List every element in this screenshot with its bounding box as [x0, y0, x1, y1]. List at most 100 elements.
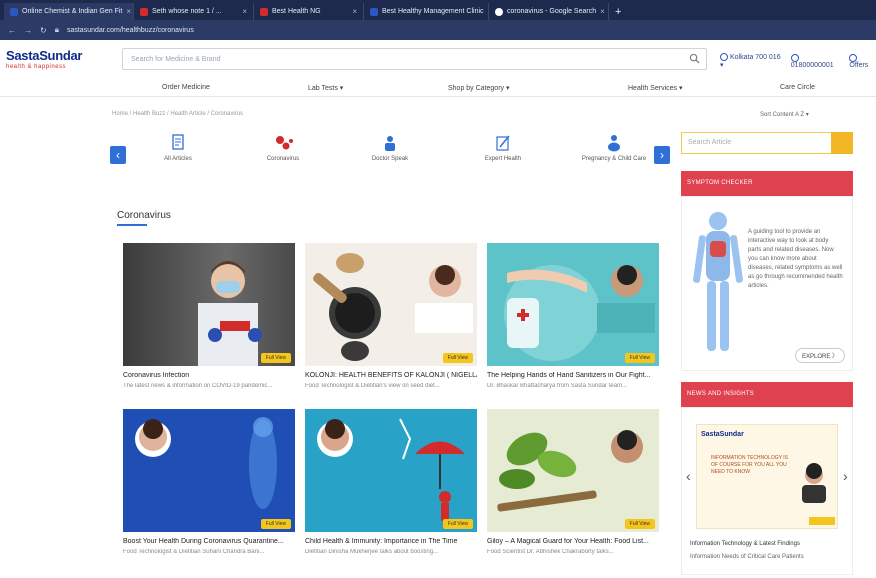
symptom-checker-description: A guiding tool to provide an interactive… [748, 229, 843, 289]
sort-dropdown[interactable]: Sort Content A Z ▾ [760, 111, 809, 118]
search-input[interactable]: Search for Medicine & Brand [122, 48, 707, 70]
back-icon[interactable]: ← [8, 26, 16, 35]
banner-badge [809, 517, 835, 525]
close-icon[interactable]: × [352, 7, 357, 16]
offers-icon [849, 53, 858, 62]
phone-icon [790, 53, 799, 62]
news-caption-subtitle: Information Needs of Critical Care Patie… [690, 554, 804, 560]
full-view-badge[interactable]: Full View [260, 519, 291, 529]
news-banner[interactable]: SastaSundar INFORMATION TECHNOLOGY IS OF… [696, 424, 838, 529]
full-view-badge[interactable]: Full View [624, 353, 655, 363]
category-expert-health[interactable]: Expert Health [463, 134, 543, 162]
news-heading: NEWS AND INSIGHTS [681, 382, 853, 407]
offers-link[interactable]: Offers [849, 53, 876, 69]
full-view-badge[interactable]: Full View [442, 519, 473, 529]
article-subtitle: The latest news & information on COVID-1… [123, 383, 273, 389]
body-anatomy-illustration [693, 212, 743, 351]
carousel-prev-button[interactable]: ‹ [110, 146, 126, 164]
url-field[interactable]: sastasundar.com/healthbuzz/coronavirus [67, 27, 194, 34]
reload-icon[interactable]: ↻ [40, 26, 47, 35]
article-subtitle: Dr. Bhaskar Bhattacharya from Sasta Sund… [487, 383, 628, 389]
full-view-badge[interactable]: Full View [624, 519, 655, 529]
header-links: Kolkata 700 016 ▾ 01800000001 Offers [720, 53, 876, 69]
article-title[interactable]: Boost Your Health During Coronavirus Qua… [123, 538, 295, 545]
kalonji-seeds-illustration [313, 253, 473, 361]
explore-button[interactable]: EXPLORE 〉 [795, 348, 846, 363]
browser-tab[interactable]: Best Healthy Management Clinic × [364, 3, 489, 20]
article-card[interactable]: Full View Child Health & Immunity: Impor… [305, 409, 477, 555]
article-image: Full View [487, 409, 659, 532]
nav-item-lab-tests[interactable]: Lab Tests ▾ [308, 84, 343, 92]
category-doctor-speak[interactable]: Doctor Speak [350, 134, 430, 162]
nav-item-order-medicine[interactable]: Order Medicine [162, 84, 210, 91]
full-view-badge[interactable]: Full View [442, 353, 473, 363]
slider-prev-icon[interactable]: ‹ [686, 468, 691, 484]
article-title[interactable]: Child Health & Immunity: Importance in T… [305, 538, 477, 545]
phone-link[interactable]: 01800000001 [790, 53, 840, 69]
article-image: Full View [487, 243, 659, 366]
symptom-checker-heading: SYMPTOM CHECKER [681, 171, 853, 196]
browser-tab[interactable]: coronavirus - Google Search × [489, 3, 609, 20]
article-subtitle: Dietitian Dinisha Mukherjee talks about … [305, 549, 439, 555]
close-icon[interactable]: × [126, 7, 131, 16]
mother-child-icon [608, 135, 620, 152]
offers-label: Offers [849, 61, 869, 69]
article-card[interactable]: Full View The Helping Hands of Hand Sani… [487, 243, 659, 389]
banner-title: INFORMATION TECHNOLOGY IS OF COURSE FOR … [711, 455, 788, 475]
full-view-badge[interactable]: Full View [260, 353, 291, 363]
browser-tab[interactable]: Online Chemist & Indian Gen Fit × [4, 3, 134, 20]
article-card[interactable]: Full View Boost Your Health During Coron… [123, 409, 295, 555]
article-card[interactable]: Full View Giloy – A Magical Guard for Yo… [487, 409, 659, 555]
tab-favicon-icon [140, 7, 148, 16]
news-banner-box: SastaSundar INFORMATION TECHNOLOGY IS OF… [681, 407, 853, 575]
pen-icon [496, 135, 510, 151]
logo-tagline: health & happiness [6, 64, 67, 70]
article-card[interactable]: Full View Coronavirus Infection The late… [123, 243, 295, 389]
tab-label: Best Healthy Management Clinic [382, 8, 484, 15]
article-title[interactable]: Giloy – A Magical Guard for Your Health:… [487, 538, 659, 545]
category-coronavirus[interactable]: Coronavirus [243, 134, 323, 162]
tab-favicon-icon [495, 7, 503, 16]
search-icon[interactable] [689, 53, 700, 64]
slider-next-icon[interactable]: › [843, 468, 848, 484]
sidebar-search-button[interactable] [831, 132, 853, 154]
section-underline [117, 224, 147, 226]
article-subtitle: Food Technologist & Dietitian Suhani Cha… [123, 549, 265, 555]
article-subtitle: Food Technologist & Dietitian's view on … [305, 383, 440, 389]
nav-item-care-circle[interactable]: Care Circle [780, 84, 815, 91]
article-card[interactable]: Full View KOLONJI: HEALTH BENEFITS OF KA… [305, 243, 477, 389]
site-logo[interactable]: SastaSundar health & happiness [6, 48, 116, 70]
logo-text: SastaSundar [6, 48, 83, 63]
article-title[interactable]: Coronavirus Infection [123, 372, 295, 379]
news-caption-title[interactable]: Information Technology & Latest Findings [690, 541, 800, 547]
tab-label: Online Chemist & Indian Gen Fit [22, 8, 123, 15]
nav-item-shop-by-category[interactable]: Shop by Category ▾ [448, 84, 510, 92]
doctor-mask-illustration [198, 261, 262, 366]
sidebar-search-input[interactable]: Search Article [681, 132, 853, 154]
new-tab-button[interactable]: + [609, 3, 627, 20]
main-nav: Order Medicine Lab Tests ▾ Shop by Categ… [0, 80, 876, 97]
virus-icon [276, 136, 293, 150]
close-icon[interactable]: × [242, 7, 247, 16]
article-image: Full View [123, 243, 295, 366]
breadcrumb[interactable]: Home / Health Buzz / Health Article / Co… [112, 111, 243, 117]
close-icon[interactable]: × [600, 7, 605, 16]
forward-icon[interactable]: → [24, 26, 32, 35]
browser-tab[interactable]: Best Health NG × [254, 3, 364, 20]
article-title[interactable]: The Helping Hands of Hand Sanitizers in … [487, 372, 659, 379]
search-placeholder: Search for Medicine & Brand [131, 55, 221, 63]
phone-label: 01800000001 [790, 61, 834, 69]
child-umbrella-illustration [317, 418, 465, 521]
location-link[interactable]: Kolkata 700 016 ▾ [720, 53, 781, 69]
article-title[interactable]: KOLONJI: HEALTH BENEFITS OF KALONJI ( NI… [305, 372, 477, 379]
category-label: Expert Health [484, 156, 522, 162]
nav-item-health-services[interactable]: Health Services ▾ [628, 84, 682, 92]
category-carousel: ‹ All Articles Coronavirus Doctor Speak … [108, 132, 673, 180]
browser-tab[interactable]: Seth whose note 1 / ... × [134, 3, 254, 20]
address-bar: ← → ↻ 🔒︎ sastasundar.com/healthbuzz/coro… [0, 20, 876, 40]
carousel-next-button[interactable]: › [654, 146, 670, 164]
tab-favicon-icon [260, 7, 268, 16]
category-all-articles[interactable]: All Articles [138, 134, 218, 162]
category-pregnancy-child-care[interactable]: Pregnancy & Child Care [574, 134, 654, 162]
location-label: Kolkata 700 016 ▾ [720, 53, 781, 69]
